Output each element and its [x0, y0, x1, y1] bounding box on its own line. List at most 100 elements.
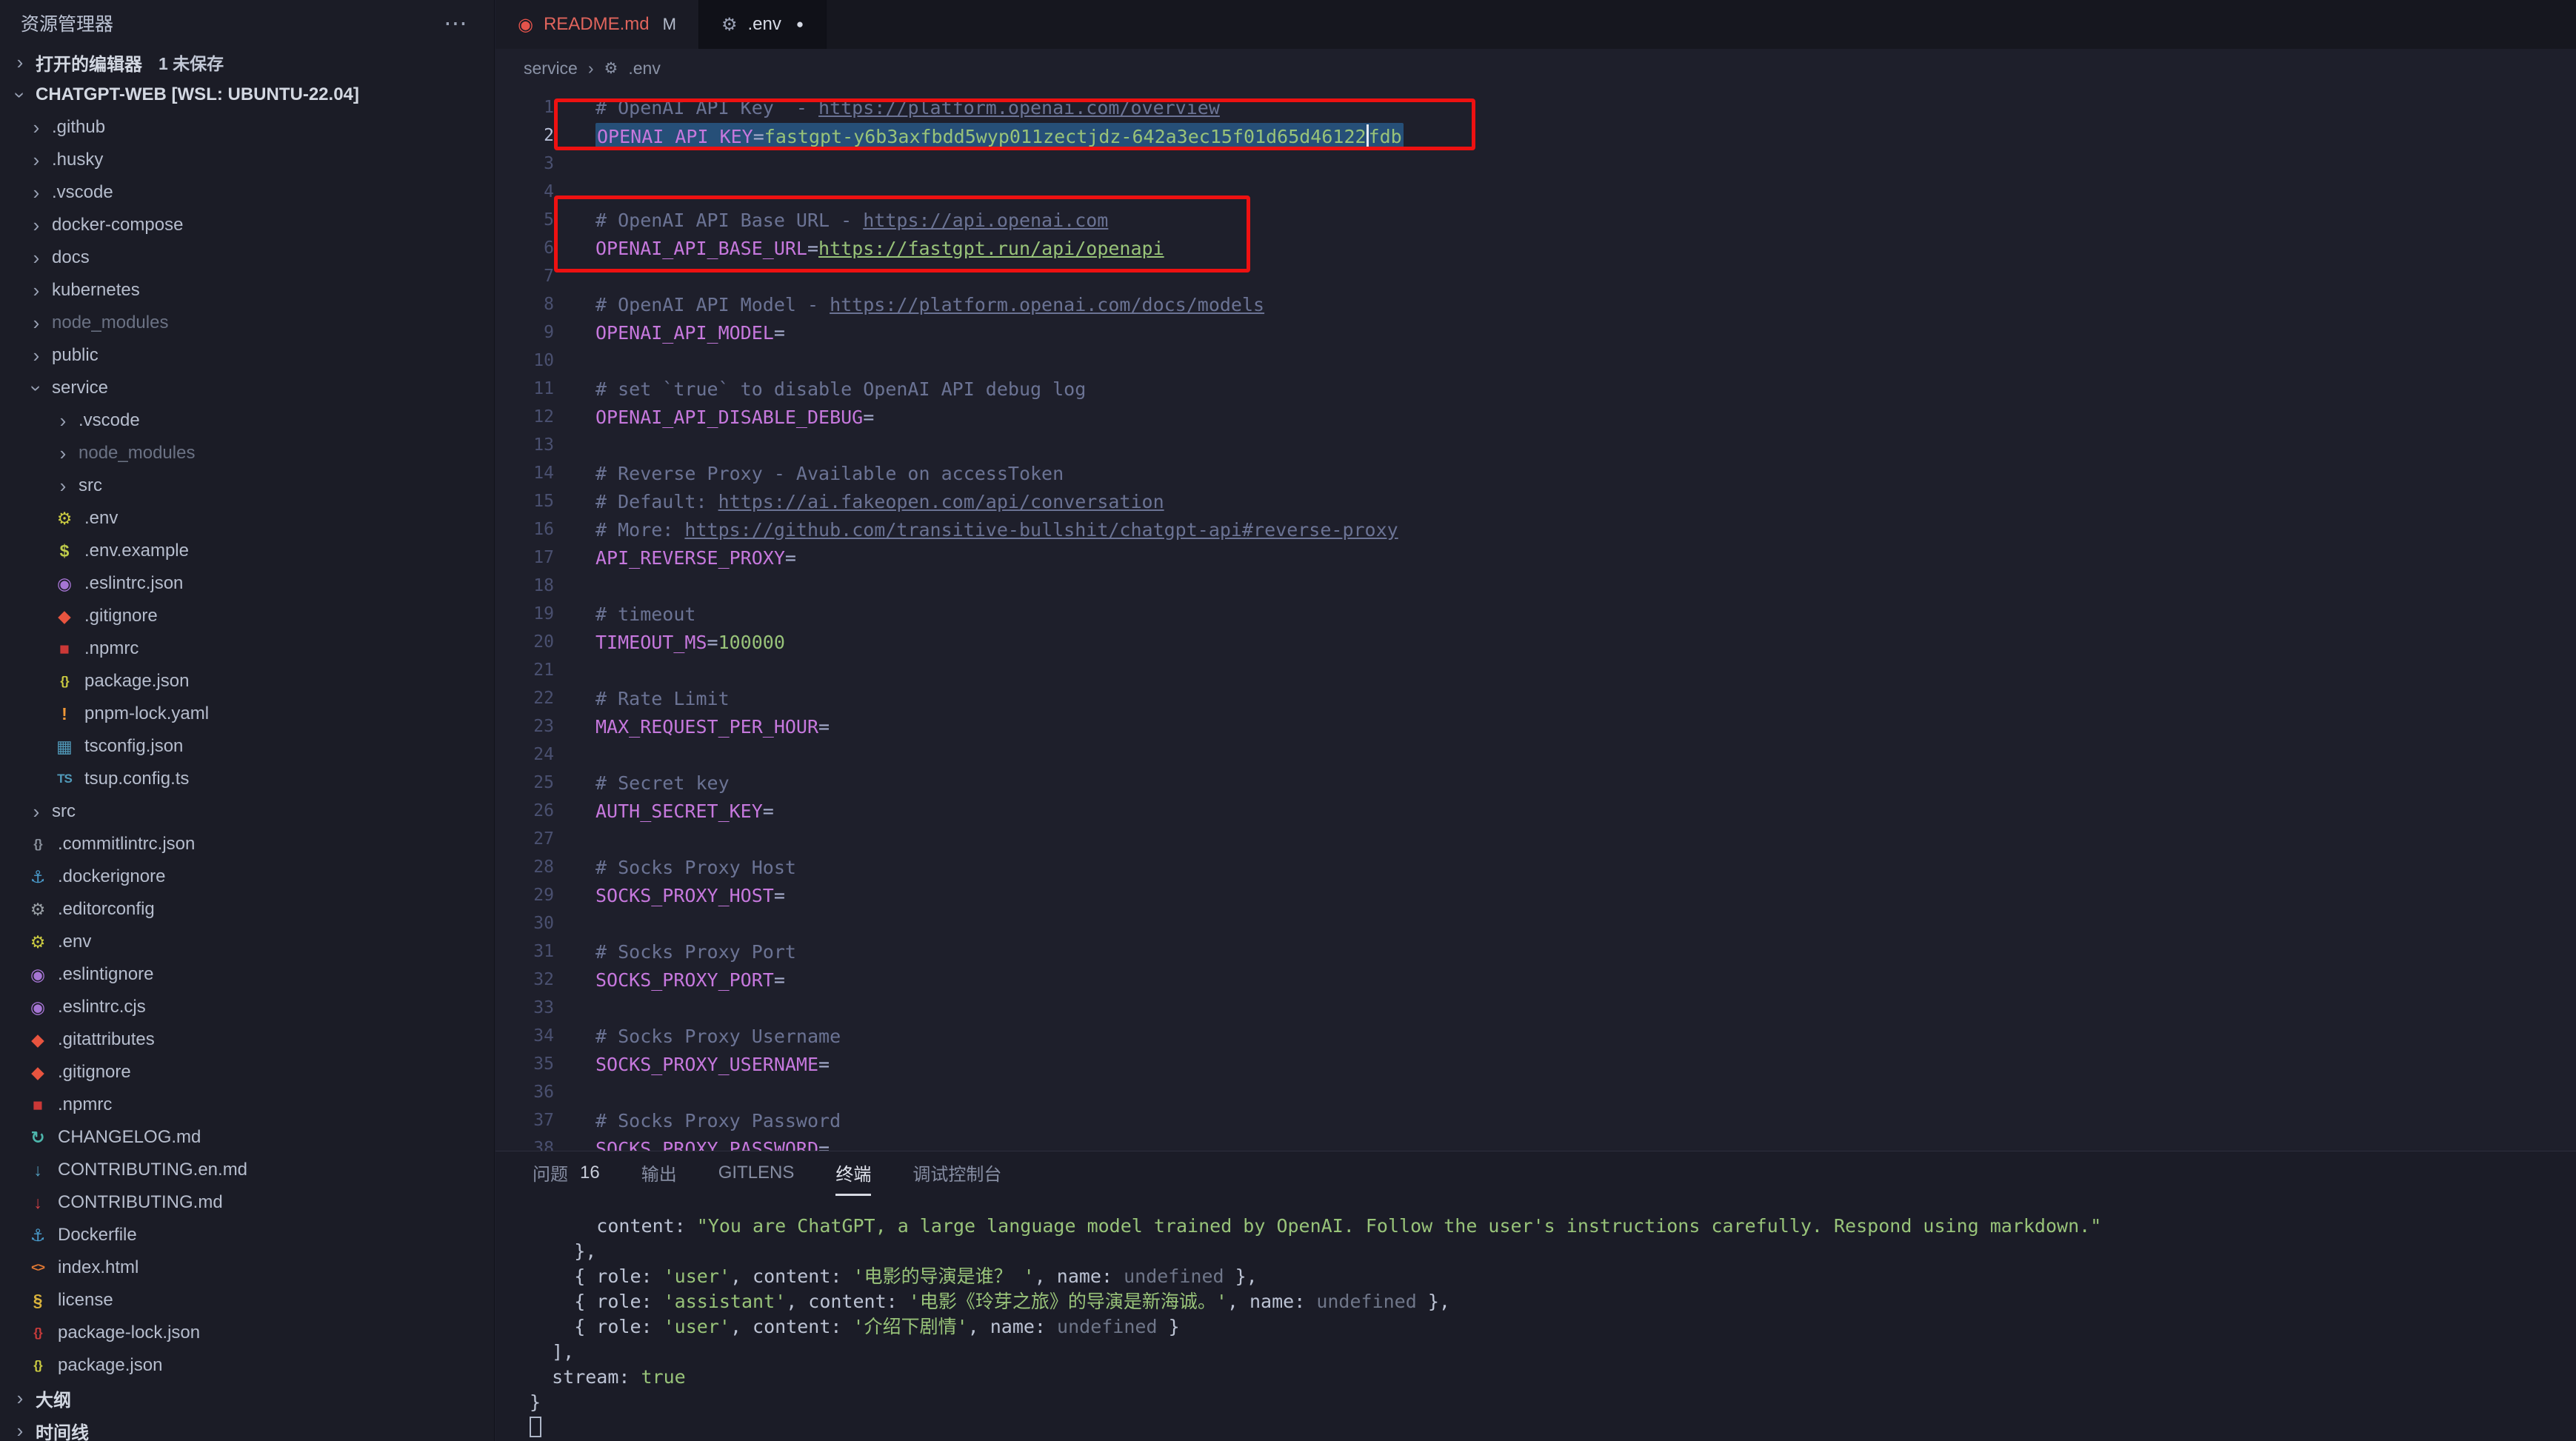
tree-folder-.husky[interactable]: ›.husky	[0, 144, 494, 176]
code-line[interactable]: 38SOCKS_PROXY_PASSWORD=	[495, 1134, 2576, 1151]
panel-tab-问题[interactable]: 问题16	[533, 1151, 600, 1196]
code-line[interactable]: 20TIMEOUT_MS=100000	[495, 628, 2576, 656]
tree-file-.gitattributes[interactable]: ◆.gitattributes	[0, 1023, 494, 1056]
open-editors-section[interactable]: › 打开的编辑器 1 未保存	[0, 46, 494, 78]
code-line[interactable]: 9OPENAI_API_MODEL=	[495, 318, 2576, 347]
tree-folder-src[interactable]: ›src	[0, 795, 494, 828]
tree-file-.commitlintrc.json[interactable]: {}.commitlintrc.json	[0, 828, 494, 860]
tab-README.md[interactable]: ◉README.mdM	[495, 0, 699, 49]
breadcrumb[interactable]: service › ⚙ .env	[495, 49, 2576, 87]
code-line[interactable]: 22# Rate Limit	[495, 684, 2576, 712]
code-line[interactable]: 25# Secret key	[495, 769, 2576, 797]
tree-file-tsup.config.ts[interactable]: TStsup.config.ts	[0, 763, 494, 795]
code-line[interactable]: 3	[495, 150, 2576, 178]
code-line[interactable]: 36	[495, 1078, 2576, 1106]
tab-.env[interactable]: ⚙.env●	[699, 0, 827, 49]
file-name: .npmrc	[58, 1094, 112, 1115]
tree-folder-src[interactable]: ›src	[0, 469, 494, 502]
code-editor[interactable]: 1# OpenAI API Key - https://platform.ope…	[495, 87, 2576, 1151]
code-line[interactable]: 30	[495, 909, 2576, 937]
tree-folder-.github[interactable]: ›.github	[0, 111, 494, 144]
tree-folder-.vscode[interactable]: ›.vscode	[0, 404, 494, 437]
tree-file-.dockerignore[interactable]: ⚓.dockerignore	[0, 860, 494, 893]
code-line[interactable]: 31# Socks Proxy Port	[495, 937, 2576, 966]
tree-file-tsconfig.json[interactable]: ▦tsconfig.json	[0, 730, 494, 763]
code-line[interactable]: 21	[495, 656, 2576, 684]
tree-file-.eslintrc.cjs[interactable]: ◉.eslintrc.cjs	[0, 991, 494, 1023]
markdown-file-icon: ◉	[518, 14, 533, 36]
code-line[interactable]: 18	[495, 572, 2576, 600]
code-line[interactable]: 5# OpenAI API Base URL - https://api.ope…	[495, 206, 2576, 234]
tree-file-.gitignore[interactable]: ◆.gitignore	[0, 1056, 494, 1089]
breadcrumb-folder[interactable]: service	[524, 58, 578, 78]
code-line[interactable]: 15# Default: https://ai.fakeopen.com/api…	[495, 487, 2576, 515]
code-line[interactable]: 14# Reverse Proxy - Available on accessT…	[495, 459, 2576, 487]
tree-folder-node_modules[interactable]: ›node_modules	[0, 437, 494, 469]
tree-file-pnpm-lock.yaml[interactable]: !pnpm-lock.yaml	[0, 698, 494, 730]
code-line[interactable]: 34# Socks Proxy Username	[495, 1022, 2576, 1050]
code-line[interactable]: 8# OpenAI API Model - https://platform.o…	[495, 290, 2576, 318]
panel-tab-GITLENS[interactable]: GITLENS	[718, 1151, 795, 1196]
code-line[interactable]: 6OPENAI_API_BASE_URL=https://fastgpt.run…	[495, 234, 2576, 262]
code-line[interactable]: 10	[495, 347, 2576, 375]
tree-file-.env.example[interactable]: $.env.example	[0, 535, 494, 567]
tree-file-Dockerfile[interactable]: ⚓Dockerfile	[0, 1219, 494, 1251]
tree-file-index.html[interactable]: <>index.html	[0, 1251, 494, 1284]
tree-folder-docs[interactable]: ›docs	[0, 241, 494, 274]
more-actions-icon[interactable]: ⋯	[444, 9, 467, 37]
project-root-section[interactable]: › CHATGPT-WEB [WSL: UBUNTU-22.04]	[0, 78, 494, 111]
tree-file-.npmrc[interactable]: ■.npmrc	[0, 632, 494, 665]
terminal[interactable]: content: "You are ChatGPT, a large langu…	[495, 1196, 2576, 1441]
code-line[interactable]: 32SOCKS_PROXY_PORT=	[495, 966, 2576, 994]
panel-tab-调试控制台[interactable]: 调试控制台	[912, 1151, 1001, 1196]
tree-file-package.json[interactable]: {}package.json	[0, 665, 494, 698]
code-line[interactable]: 29SOCKS_PROXY_HOST=	[495, 881, 2576, 909]
panel-tab-输出[interactable]: 输出	[641, 1151, 677, 1196]
outline-section[interactable]: › 大纲	[0, 1382, 494, 1414]
code-line[interactable]: 19# timeout	[495, 600, 2576, 628]
tree-folder-kubernetes[interactable]: ›kubernetes	[0, 274, 494, 307]
code-line[interactable]: 16# More: https://github.com/transitive-…	[495, 515, 2576, 544]
tree-file-.env[interactable]: ⚙.env	[0, 502, 494, 535]
timeline-section[interactable]: › 时间线	[0, 1414, 494, 1441]
code-line[interactable]: 2OPENAI_API_KEY=fastgpt-y6b3axfbdd5wyp01…	[495, 121, 2576, 150]
code-line[interactable]: 37# Socks Proxy Password	[495, 1106, 2576, 1134]
code-line[interactable]: 24	[495, 740, 2576, 769]
code-text: MAX_REQUEST_PER_HOUR=	[554, 716, 830, 738]
tree-file-package.json[interactable]: {}package.json	[0, 1349, 494, 1382]
code-line[interactable]: 1# OpenAI API Key - https://platform.ope…	[495, 93, 2576, 121]
tree-file-CONTRIBUTING.en.md[interactable]: ↓CONTRIBUTING.en.md	[0, 1154, 494, 1186]
tree-file-.eslintrc.json[interactable]: ◉.eslintrc.json	[0, 567, 494, 600]
tree-folder-node_modules[interactable]: ›node_modules	[0, 307, 494, 339]
terminal-token: , name:	[968, 1316, 1057, 1337]
code-line[interactable]: 7	[495, 262, 2576, 290]
tree-file-.editorconfig[interactable]: ⚙.editorconfig	[0, 893, 494, 926]
file-name: pnpm-lock.yaml	[84, 703, 209, 724]
tree-file-license[interactable]: §license	[0, 1284, 494, 1317]
tree-folder-docker-compose[interactable]: ›docker-compose	[0, 209, 494, 241]
panel-tab-终端[interactable]: 终端	[835, 1151, 871, 1196]
tree-file-.npmrc[interactable]: ■.npmrc	[0, 1089, 494, 1121]
tree-folder-service[interactable]: ›service	[0, 372, 494, 404]
tree-file-.eslintignore[interactable]: ◉.eslintignore	[0, 958, 494, 991]
breadcrumb-file[interactable]: .env	[628, 58, 660, 78]
code-line[interactable]: 12OPENAI_API_DISABLE_DEBUG=	[495, 403, 2576, 431]
tree-file-CONTRIBUTING.md[interactable]: ↓CONTRIBUTING.md	[0, 1186, 494, 1219]
tree-file-.gitignore[interactable]: ◆.gitignore	[0, 600, 494, 632]
tree-folder-.vscode[interactable]: ›.vscode	[0, 176, 494, 209]
tree-file-package-lock.json[interactable]: {}package-lock.json	[0, 1317, 494, 1349]
tree-file-.env[interactable]: ⚙.env	[0, 926, 494, 958]
tree-folder-public[interactable]: ›public	[0, 339, 494, 372]
code-line[interactable]: 17API_REVERSE_PROXY=	[495, 544, 2576, 572]
code-line[interactable]: 26AUTH_SECRET_KEY=	[495, 797, 2576, 825]
code-token: SOCKS_PROXY_USERNAME	[595, 1054, 818, 1075]
tree-file-CHANGELOG.md[interactable]: ↻CHANGELOG.md	[0, 1121, 494, 1154]
code-line[interactable]: 35SOCKS_PROXY_USERNAME=	[495, 1050, 2576, 1078]
code-line[interactable]: 13	[495, 431, 2576, 459]
code-line[interactable]: 33	[495, 994, 2576, 1022]
code-line[interactable]: 11# set `true` to disable OpenAI API deb…	[495, 375, 2576, 403]
code-line[interactable]: 4	[495, 178, 2576, 206]
code-line[interactable]: 28# Socks Proxy Host	[495, 853, 2576, 881]
code-line[interactable]: 27	[495, 825, 2576, 853]
code-line[interactable]: 23MAX_REQUEST_PER_HOUR=	[495, 712, 2576, 740]
